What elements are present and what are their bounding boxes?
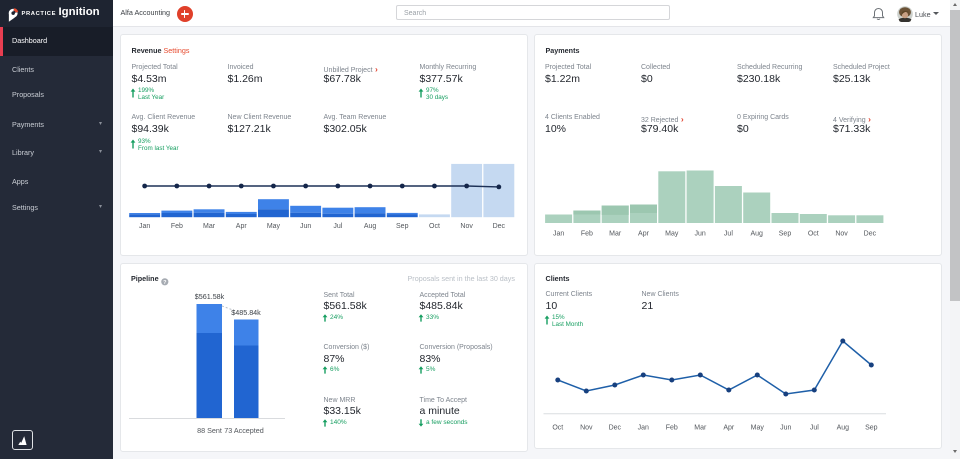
svg-text:Apr: Apr xyxy=(638,231,650,238)
svg-text:Nov: Nov xyxy=(460,223,473,230)
svg-text:Jan: Jan xyxy=(638,425,649,432)
svg-text:Mar: Mar xyxy=(609,231,622,238)
svg-text:Mar: Mar xyxy=(694,425,707,432)
svg-text:Oct: Oct xyxy=(808,231,819,238)
svg-text:Jun: Jun xyxy=(694,231,705,238)
svg-text:Nov: Nov xyxy=(580,425,593,432)
svg-text:Dec: Dec xyxy=(609,425,622,432)
svg-text:Aug: Aug xyxy=(837,425,850,432)
svg-text:Dec: Dec xyxy=(864,231,877,238)
svg-text:Jul: Jul xyxy=(810,425,819,432)
svg-text:Jan: Jan xyxy=(139,223,150,230)
svg-text:Aug: Aug xyxy=(750,231,763,238)
svg-text:May: May xyxy=(751,425,765,432)
svg-text:Jun: Jun xyxy=(300,223,311,230)
svg-text:Oct: Oct xyxy=(552,425,563,432)
svg-text:Feb: Feb xyxy=(171,223,183,230)
svg-text:Jul: Jul xyxy=(724,231,733,238)
svg-text:Jun: Jun xyxy=(780,425,791,432)
svg-text:Sep: Sep xyxy=(779,231,792,238)
svg-text:Jan: Jan xyxy=(553,231,564,238)
svg-text:Mar: Mar xyxy=(203,223,216,230)
svg-text:Nov: Nov xyxy=(835,231,848,238)
svg-text:Dec: Dec xyxy=(493,223,506,230)
svg-text:Apr: Apr xyxy=(723,425,735,432)
svg-text:Jul: Jul xyxy=(333,223,342,230)
svg-text:May: May xyxy=(665,231,679,238)
svg-text:Apr: Apr xyxy=(236,223,248,230)
svg-text:Feb: Feb xyxy=(666,425,678,432)
svg-text:Feb: Feb xyxy=(581,231,593,238)
svg-text:Aug: Aug xyxy=(364,223,377,230)
svg-text:May: May xyxy=(267,223,281,230)
svg-text:Sep: Sep xyxy=(396,223,409,230)
svg-text:Oct: Oct xyxy=(429,223,440,230)
svg-text:Sep: Sep xyxy=(865,425,878,432)
